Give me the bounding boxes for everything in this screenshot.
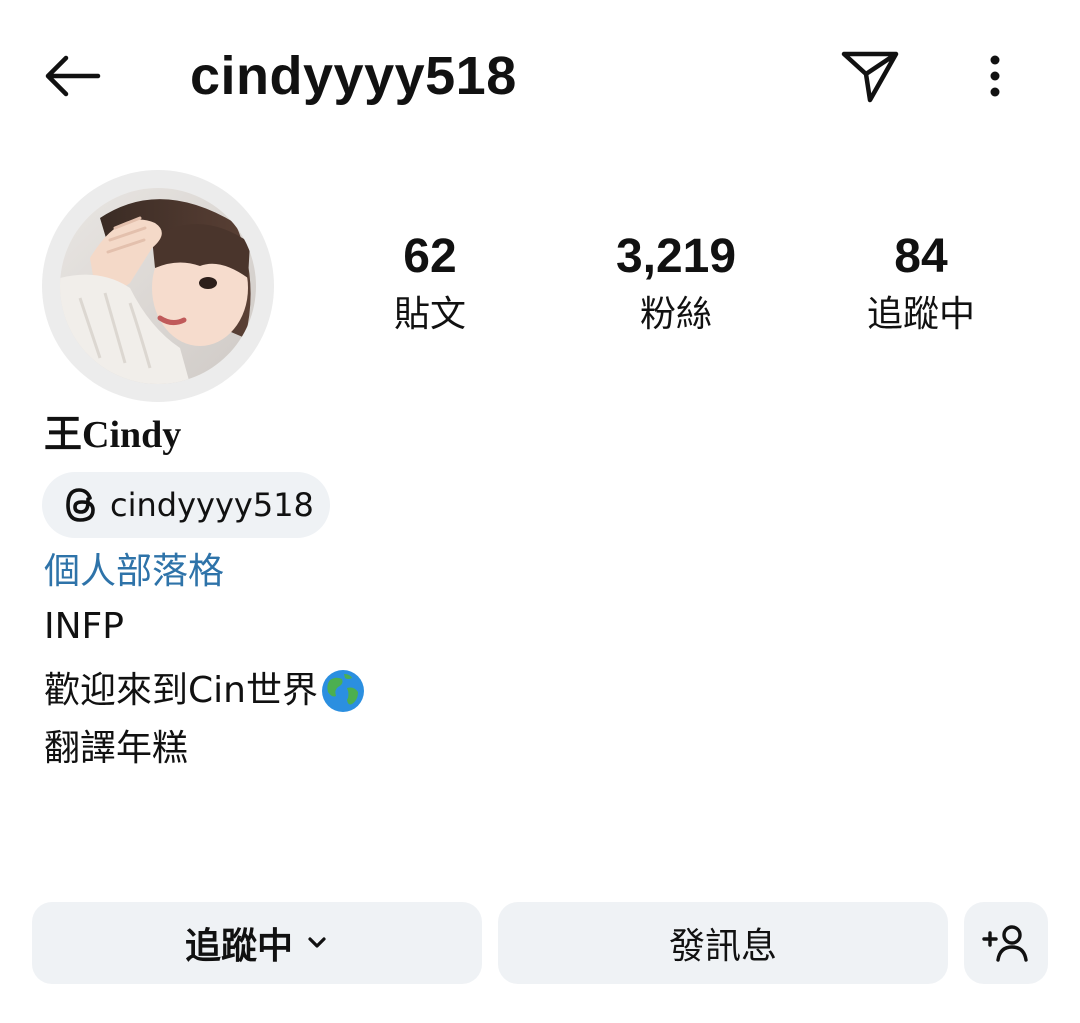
display-name: 王Cindy <box>44 414 182 456</box>
posts-count: 62 <box>403 230 457 283</box>
message-button-label: 發訊息 <box>668 926 777 967</box>
profile-avatar[interactable] <box>42 170 274 402</box>
following-count-stat[interactable]: 84 追蹤中 <box>821 228 1021 348</box>
back-button[interactable] <box>30 40 114 112</box>
following-count: 84 <box>894 230 948 283</box>
add-user-button[interactable] <box>964 902 1048 984</box>
followers-count: 3,219 <box>615 230 737 283</box>
chevron-down-icon <box>307 932 329 954</box>
threads-handle: cindyyyy518 <box>110 486 314 524</box>
message-button[interactable]: 發訊息 <box>498 902 948 984</box>
avatar-photo <box>60 188 256 384</box>
globe-emoji-icon <box>320 668 366 714</box>
followers-count-stat[interactable]: 3,219 粉絲 <box>576 228 776 348</box>
bio-line-2: 歡迎來到Cin世界 <box>44 662 366 720</box>
arrow-left-icon <box>45 55 101 97</box>
send-message-button[interactable] <box>830 38 910 114</box>
paper-plane-icon <box>841 51 899 103</box>
threads-profile-badge[interactable]: cindyyyy518 <box>42 472 330 538</box>
profile-username-title: cindyyyy518 <box>190 46 517 106</box>
bio-line-3: 翻譯年糕 <box>44 720 188 778</box>
following-button[interactable]: 追蹤中 <box>32 902 482 984</box>
more-options-button[interactable] <box>960 38 1030 114</box>
threads-icon <box>62 486 100 524</box>
bio-text: 歡迎來到Cin世界 <box>44 670 318 711</box>
following-label: 追蹤中 <box>866 294 975 335</box>
followers-label: 粉絲 <box>639 294 712 335</box>
bio-line-1: INFP <box>44 598 124 656</box>
more-vertical-icon <box>990 55 1000 97</box>
bio-text: INFP <box>44 606 124 647</box>
posts-label: 貼文 <box>393 294 466 335</box>
posts-count-stat[interactable]: 62 貼文 <box>330 228 530 348</box>
following-button-label: 追蹤中 <box>184 926 293 967</box>
add-user-icon <box>982 925 1028 962</box>
bio-link[interactable]: 個人部落格 <box>44 544 224 600</box>
bio-text: 翻譯年糕 <box>44 728 189 769</box>
